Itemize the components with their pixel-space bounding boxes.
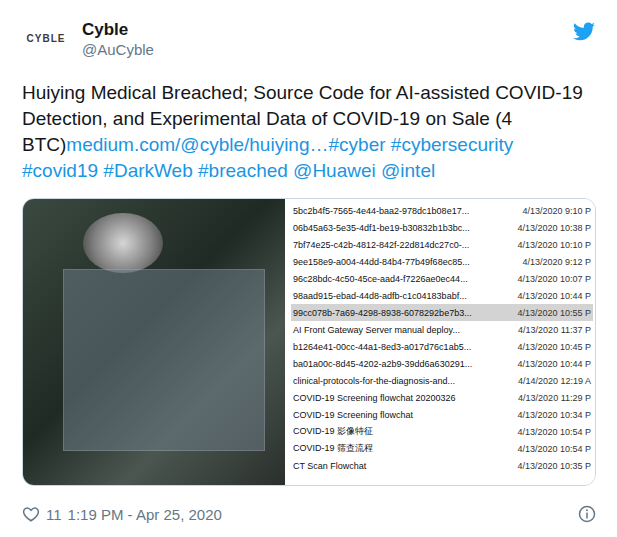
account-name[interactable]: Cyble: [82, 20, 560, 40]
file-name: 9ee158e9-a004-44dd-84b4-77b49f68ec85...: [293, 257, 470, 267]
file-name: b1264e41-00cc-44a1-8ed3-a017d76c1ab5...: [293, 342, 471, 352]
file-name: 06b45a63-5e35-4df1-be19-b30832b1b3bc...: [293, 223, 470, 233]
tweet-media[interactable]: 5bc2b4f5-7565-4e44-baa2-978dc1b08e17... 4…: [22, 198, 596, 486]
file-name: 99cc078b-7a69-4298-8938-6078292be7b3...: [293, 308, 472, 318]
file-date: 4/13/2020 10:45 P: [517, 342, 591, 352]
file-name: 96c28bdc-4c50-45ce-aad4-f7226ae0ec44...: [293, 274, 468, 284]
file-date: 4/14/2020 12:19 A: [518, 376, 591, 386]
file-row[interactable]: b1264e41-00cc-44a1-8ed3-a017d76c1ab5... 4…: [291, 338, 593, 355]
tweet-text-segment: [376, 160, 381, 181]
tweet-text-segment: [98, 160, 103, 181]
file-name: 5bc2b4f5-7565-4e44-baa2-978dc1b08e17...: [293, 206, 469, 216]
file-row[interactable]: 9ee158e9-a004-44dd-84b4-77b49f68ec85... 4…: [291, 253, 593, 270]
file-date: 4/13/2020 10:55 P: [517, 308, 591, 318]
file-date: 4/13/2020 10:34 P: [517, 410, 591, 420]
file-list: 5bc2b4f5-7565-4e44-baa2-978dc1b08e17... 4…: [285, 199, 595, 485]
like-count: 11: [46, 506, 62, 523]
tweet-link[interactable]: #breached: [198, 160, 288, 181]
account-handle[interactable]: @AuCyble: [82, 40, 560, 60]
file-name: COVID-19 Screening flowchat 20200326: [293, 393, 456, 403]
file-name: AI Front Gateway Server manual deploy...: [293, 325, 460, 335]
tweet-time[interactable]: 1:19 PM - Apr 25, 2020: [68, 506, 222, 523]
file-name: 98aad915-ebad-44d8-adfb-c1c04183babf...: [293, 291, 467, 301]
file-name: clinical-protocols-for-the-diagnosis-and…: [293, 376, 455, 386]
tweet-link[interactable]: #DarkWeb: [103, 160, 192, 181]
file-date: 4/13/2020 9:10 P: [522, 206, 591, 216]
file-row[interactable]: clinical-protocols-for-the-diagnosis-and…: [291, 372, 593, 389]
file-date: 4/13/2020 10:10 P: [517, 240, 591, 250]
photo: [23, 199, 285, 485]
file-row[interactable]: COVID-19 Screening flowchat 4/13/2020 10:…: [291, 406, 593, 423]
file-row[interactable]: 96c28bdc-4c50-45ce-aad4-f7226ae0ec44... 4…: [291, 270, 593, 287]
file-name: CT Scan Flowchat: [293, 461, 366, 471]
file-name: ba01a00c-8d45-4202-a2b9-39dd6a630291...: [293, 359, 472, 369]
scanner-shape: [83, 213, 163, 273]
file-row[interactable]: 06b45a63-5e35-4df1-be19-b30832b1b3bc... 4…: [291, 219, 593, 236]
file-date: 4/13/2020 10:35 P: [517, 461, 591, 471]
tweet-text-segment: [386, 134, 391, 155]
tweet-footer: 11 1:19 PM - Apr 25, 2020: [22, 502, 596, 526]
file-date: 4/13/2020 10:44 P: [517, 291, 591, 301]
file-date: 4/13/2020 10:44 P: [517, 359, 591, 369]
file-row[interactable]: 5bc2b4f5-7565-4e44-baa2-978dc1b08e17... 4…: [291, 202, 593, 219]
tweet-card: CYBLE Cyble@AuCyble Huiying Medical Breach…: [0, 0, 617, 537]
tweet-link[interactable]: @intel: [381, 160, 435, 181]
file-name: 7bf74e25-c42b-4812-842f-22d814dc27c0-...: [293, 240, 469, 250]
file-date: 4/13/2020 11:37 P: [518, 325, 591, 335]
account-info: Cyble@AuCyble: [82, 14, 560, 60]
file-name: COVID-19 影像特征: [293, 425, 373, 438]
file-name: COVID-19 筛查流程: [293, 442, 373, 455]
twitter-bird-icon: [572, 20, 596, 44]
info-icon[interactable]: [578, 505, 596, 523]
file-date: 4/13/2020 10:54 P: [517, 427, 591, 437]
tweet-link[interactable]: medium.com/@cyble/huiying…: [66, 134, 328, 155]
tweet-link[interactable]: @Huawei: [293, 160, 376, 181]
tweet-text-segment: [288, 160, 293, 181]
tweet-text: Huiying Medical Breached; Source Code fo…: [22, 70, 596, 184]
file-date: 4/13/2020 10:07 P: [517, 274, 591, 284]
tweet-link[interactable]: #covid19: [22, 160, 98, 181]
file-date: 4/13/2020 9:12 P: [522, 257, 591, 267]
file-date: 4/13/2020 10:38 P: [517, 223, 591, 233]
screen-shape: [63, 269, 265, 451]
file-row[interactable]: ba01a00c-8d45-4202-a2b9-39dd6a630291... 4…: [291, 355, 593, 372]
cyble-logo-icon[interactable]: CYBLE: [22, 14, 70, 62]
logo-text: CYBLE: [27, 33, 66, 44]
file-date: 4/13/2020 10:54 P: [517, 444, 591, 454]
file-row[interactable]: COVID-19 Screening flowchat 20200326 4/13…: [291, 389, 593, 406]
tweet-header: CYBLE Cyble@AuCyble: [22, 14, 596, 70]
heart-icon[interactable]: [22, 505, 40, 523]
tweet-link[interactable]: #cyber: [329, 134, 386, 155]
file-row[interactable]: CT Scan Flowchat 4/13/2020 10:35 P: [291, 457, 593, 474]
tweet-text-segment: [193, 160, 198, 181]
file-name: COVID-19 Screening flowchat: [293, 410, 413, 420]
file-row[interactable]: 7bf74e25-c42b-4812-842f-22d814dc27c0-...…: [291, 236, 593, 253]
file-date: 4/13/2020 11:29 P: [518, 393, 591, 403]
tweet-link[interactable]: #cybersecurity: [391, 134, 514, 155]
file-row[interactable]: 98aad915-ebad-44d8-adfb-c1c04183babf... 4…: [291, 287, 593, 304]
file-row[interactable]: COVID-19 筛查流程 4/13/2020 10:54 P: [291, 440, 593, 457]
file-row[interactable]: AI Front Gateway Server manual deploy...…: [291, 321, 593, 338]
file-row[interactable]: COVID-19 影像特征 4/13/2020 10:54 P: [291, 423, 593, 440]
file-row[interactable]: 99cc078b-7a69-4298-8938-6078292be7b3... 4…: [291, 304, 593, 321]
